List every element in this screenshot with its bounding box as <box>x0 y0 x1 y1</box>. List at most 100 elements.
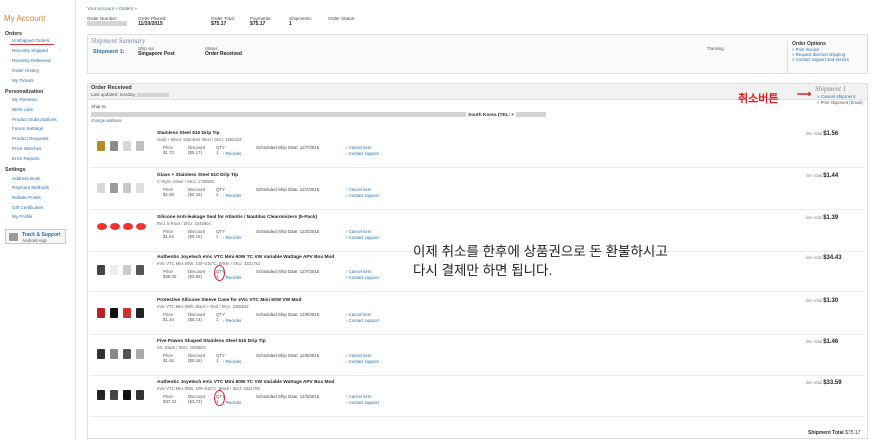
product-thumbnails[interactable] <box>93 255 151 283</box>
reorder-link[interactable]: › Reorder <box>223 235 242 240</box>
contact-support-link[interactable]: » Contact support and service <box>792 57 867 62</box>
sidebar-item-payment-methods[interactable]: Payment Methods <box>12 185 49 190</box>
sidebar: My Account Orders Unshipped Orders › Rec… <box>0 0 76 440</box>
sidebar-item-recently-delivered[interactable]: Recently Delivered <box>12 58 51 63</box>
product-name-link[interactable]: Five Pawns Shaped Stainless Steel 510 Dr… <box>157 339 266 344</box>
price-column: Price $1.73 <box>163 145 174 155</box>
sidebar-item-product-subscriptions[interactable]: Product Subscriptions <box>12 117 57 122</box>
product-name-link[interactable]: Authentic Joyetech eVic VTC Mini 60W TC … <box>157 255 334 260</box>
sidebar-item-error-reports[interactable]: Error Reports <box>12 156 40 161</box>
product-name-link[interactable]: Glass + Stainless Steel 510 Drip Tip <box>157 173 238 178</box>
android-app-banner[interactable]: Track & Support Android App <box>5 229 66 244</box>
cancel-item-link[interactable]: › Cancel item <box>346 229 371 234</box>
cancel-item-link[interactable]: › Cancel item <box>346 187 371 192</box>
cancel-item-link[interactable]: › Cancel item <box>346 269 371 274</box>
price-value: $37.32 <box>163 399 177 404</box>
reorder-link[interactable]: › Reorder <box>223 400 242 405</box>
contact-support-link[interactable]: › Contact support <box>346 275 379 280</box>
product-thumbnails[interactable] <box>93 298 151 326</box>
product-image[interactable] <box>136 349 144 359</box>
cancel-item-link[interactable]: › Cancel item <box>346 312 371 317</box>
shipment-total: Shipment Total $75.17 <box>808 430 860 436</box>
product-image[interactable] <box>110 183 118 193</box>
reorder-link[interactable]: › Reorder <box>223 275 242 280</box>
product-image[interactable] <box>110 223 120 230</box>
sidebar-item-recently-shipped[interactable]: Recently Shipped <box>12 48 48 53</box>
product-image[interactable] <box>97 141 105 151</box>
product-image[interactable] <box>97 223 107 230</box>
reorder-link[interactable]: › Reorder <box>223 359 242 364</box>
payments: Payments: $75.17 <box>250 16 272 27</box>
product-thumbnails[interactable] <box>93 173 151 201</box>
order-placed-value: 11/20/2015 <box>138 21 163 27</box>
product-thumbnails[interactable] <box>93 380 151 408</box>
reorder-link[interactable]: › Reorder <box>223 151 242 156</box>
contact-support-link[interactable]: › Contact support <box>346 359 379 364</box>
product-image[interactable] <box>97 390 105 400</box>
product-thumbnails[interactable] <box>93 131 151 159</box>
contact-support-link[interactable]: › Contact support <box>346 193 379 198</box>
product-image[interactable] <box>136 141 144 151</box>
reorder-link[interactable]: › Reorder <box>223 318 242 323</box>
scheduled-ship-date: Scheduled Ship Date: 12/7/2015 <box>256 187 320 192</box>
contact-support-link[interactable]: › Contact support <box>346 151 379 156</box>
product-thumbnails[interactable] <box>93 215 151 243</box>
contact-support-link[interactable]: › Contact support <box>346 235 379 240</box>
discount-value: ($0.17) <box>188 150 202 155</box>
product-name-link[interactable]: Authentic Joyetech eVic VTC Mini 60W TC … <box>157 380 334 385</box>
print-shipment-link[interactable]: » Print shipment (Email) <box>817 100 863 105</box>
sidebar-item-unshipped-orders[interactable]: Unshipped Orders <box>12 38 49 43</box>
contact-support-link[interactable]: › Contact support <box>346 318 379 323</box>
product-image[interactable] <box>123 390 131 400</box>
product-image[interactable] <box>136 183 144 193</box>
product-image[interactable] <box>110 141 118 151</box>
product-variant: C-Style, Silver / SKU: 1760901 <box>157 179 215 184</box>
product-image[interactable] <box>123 141 131 151</box>
cancel-item-link[interactable]: › Cancel item <box>346 145 371 150</box>
product-thumbnails[interactable] <box>93 339 151 367</box>
product-image[interactable] <box>123 308 131 318</box>
sidebar-item-rebate-points[interactable]: Rebate Points <box>12 195 41 200</box>
sidebar-item-address-book[interactable]: Address Book <box>12 176 41 181</box>
product-image[interactable] <box>123 265 131 275</box>
product-image[interactable] <box>136 390 144 400</box>
product-image[interactable] <box>123 183 131 193</box>
status-value: Order Received <box>205 51 242 57</box>
product-image[interactable] <box>123 349 131 359</box>
sidebar-item-gift-certificates[interactable]: Gift Certificates <box>12 205 43 210</box>
product-name-link[interactable]: Protective Silicone Sleeve Case for eVic… <box>157 298 301 303</box>
product-image[interactable] <box>110 265 118 275</box>
product-image[interactable] <box>110 349 118 359</box>
discount-value: ($3.82) <box>188 274 202 279</box>
change-address-link[interactable]: change address <box>91 118 122 123</box>
sidebar-item-price-watches[interactable]: Price Watches <box>12 146 41 151</box>
product-name-link[interactable]: Silicone Anti-leakage Seal for Atlantis … <box>157 215 317 220</box>
contact-support-link[interactable]: › Contact support <box>346 400 379 405</box>
sidebar-item-order-history[interactable]: Order History <box>12 68 39 73</box>
discount-column: Discount ($0.14) <box>188 312 205 322</box>
product-image[interactable] <box>97 265 105 275</box>
product-image[interactable] <box>123 223 133 230</box>
sidebar-item-my-tickets[interactable]: My Tickets <box>12 78 34 83</box>
sidebar-item-product-requests[interactable]: Product Requests <box>12 136 49 141</box>
product-image[interactable] <box>110 308 118 318</box>
sidebar-item-my-profile[interactable]: My Profile <box>12 214 32 219</box>
product-image[interactable] <box>110 390 118 400</box>
product-image[interactable] <box>136 308 144 318</box>
product-image[interactable] <box>97 308 105 318</box>
product-image[interactable] <box>136 265 144 275</box>
cancel-shipment-link[interactable]: » Cancel shipment <box>817 94 855 99</box>
cancel-item-link[interactable]: › Cancel item <box>346 353 371 358</box>
reorder-link[interactable]: › Reorder <box>223 193 242 198</box>
sidebar-item-forum-settings[interactable]: Forum Settings <box>12 126 43 131</box>
breadcrumb[interactable]: Your Account » Orders » <box>87 6 137 11</box>
product-image[interactable] <box>97 183 105 193</box>
product-image[interactable] <box>97 349 105 359</box>
product-name-link[interactable]: Stainless Steel 510 Drip Tip <box>157 131 220 136</box>
sidebar-item-wish-lists[interactable]: Wish Lists <box>12 107 33 112</box>
sidebar-item-my-reviews[interactable]: My Reviews <box>12 97 37 102</box>
product-image[interactable] <box>136 223 146 230</box>
cancel-item-link[interactable]: › Cancel item <box>346 394 371 399</box>
shipment-1-link[interactable]: Shipment 1: <box>93 49 124 55</box>
discount-value: ($0.15) <box>188 234 202 239</box>
